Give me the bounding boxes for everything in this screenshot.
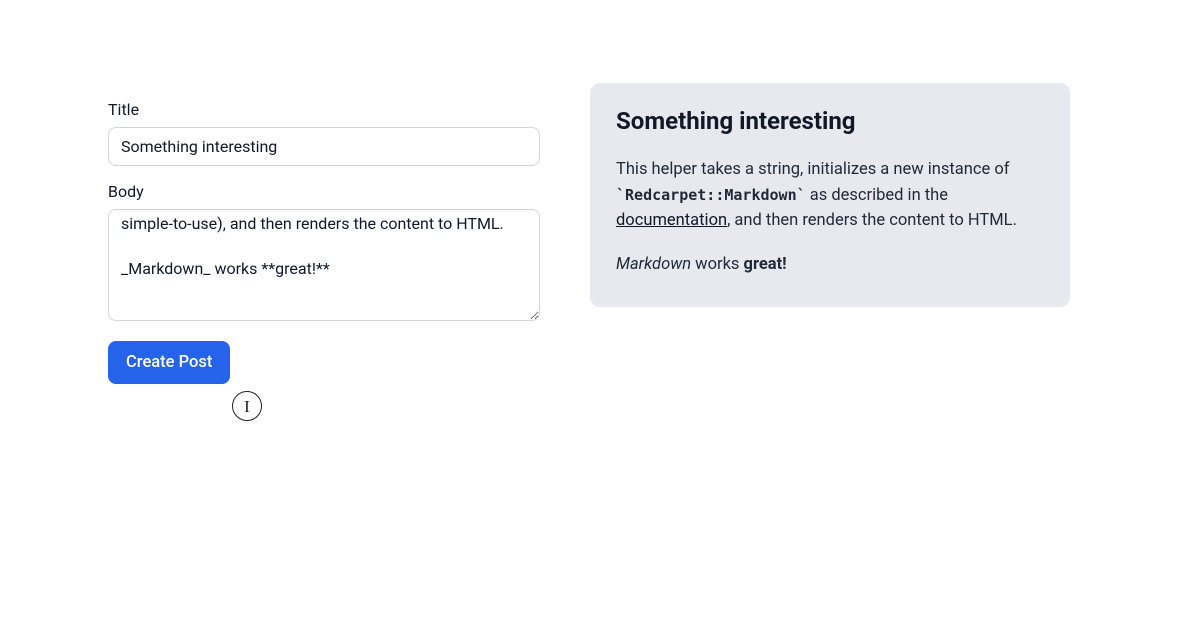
preview-p2-mid: works: [691, 255, 743, 274]
preview-p1-prefix: This helper takes a string, initializes …: [616, 160, 1009, 179]
preview-body: This helper takes a string, initializes …: [616, 157, 1044, 277]
preview-paragraph-2: Markdown works great!: [616, 252, 1044, 278]
preview-card: Something interesting This helper takes …: [590, 83, 1070, 307]
preview-p1-code: `Redcarpet::Markdown`: [616, 186, 806, 204]
text-cursor-icon: I: [232, 391, 262, 421]
preview-p1-mid: as described in the: [806, 186, 948, 205]
body-label: Body: [108, 182, 540, 201]
title-label: Title: [108, 100, 540, 119]
body-textarea[interactable]: [108, 209, 540, 321]
preview-panel: Something interesting This helper takes …: [590, 83, 1070, 384]
preview-paragraph-1: This helper takes a string, initializes …: [616, 157, 1044, 234]
preview-p2-em: Markdown: [616, 255, 691, 274]
documentation-link[interactable]: documentation: [616, 211, 727, 230]
preview-p2-strong: great!: [744, 255, 787, 274]
post-form: Title Body Create Post I: [108, 100, 540, 384]
body-group: Body: [108, 182, 540, 325]
preview-p1-suffix: , and then renders the content to HTML.: [727, 211, 1017, 230]
create-post-button[interactable]: Create Post: [108, 341, 230, 384]
preview-title: Something interesting: [616, 107, 1044, 135]
title-group: Title: [108, 100, 540, 166]
title-input[interactable]: [108, 127, 540, 166]
